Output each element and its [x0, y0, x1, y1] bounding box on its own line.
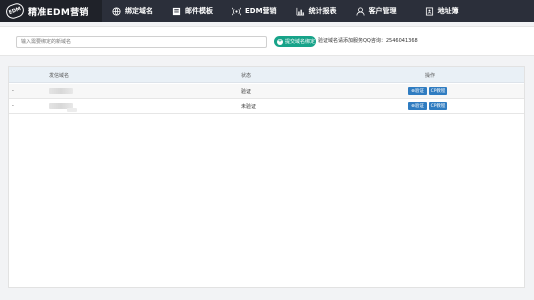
redacted-domain-fragment — [67, 108, 77, 112]
top-navbar: EDM 精准EDM营销 绑定域名 邮件模板 EDM营销 统计报表 客户管理 地址… — [0, 0, 534, 22]
verify-button[interactable]: ⊕验证 — [408, 87, 427, 95]
address-book-icon — [425, 6, 434, 16]
table-row: - 未验证 ⊕验证 CP教程 — [9, 99, 524, 114]
nav-label: 地址簿 — [437, 7, 459, 15]
nav-item-customers[interactable]: 客户管理 — [346, 0, 415, 22]
nav-item-statistics[interactable]: 统计报表 — [286, 0, 346, 22]
table-row: - 验证 ⊕验证 CP教程 — [9, 84, 524, 99]
logo[interactable]: EDM 精准EDM营销 — [0, 0, 102, 22]
column-header-domain: 发信域名 — [49, 73, 70, 79]
nav-item-mail-template[interactable]: 邮件模板 — [162, 0, 222, 22]
nav-label: 绑定域名 — [125, 7, 153, 15]
globe-icon — [112, 6, 121, 16]
plus-icon: + — [277, 38, 283, 45]
column-header-status: 状态 — [241, 73, 252, 79]
redacted-domain — [49, 88, 73, 94]
nav-label: 客户管理 — [368, 7, 397, 15]
domain-table: 发信域名 状态 操作 - 验证 ⊕验证 CP教程 - 未验证 ⊕验证 CP教程 — [8, 66, 525, 288]
verify-hint-text: 验证域名请添加服务QQ咨询：2546041368 — [318, 38, 418, 44]
template-icon — [172, 7, 181, 16]
logo-badge-icon: EDM — [4, 1, 26, 21]
table-header: 发信域名 状态 操作 — [9, 67, 524, 83]
tutorial-button[interactable]: CP教程 — [429, 87, 447, 95]
domain-input[interactable] — [16, 36, 267, 48]
nav-label: EDM营销 — [245, 7, 277, 15]
verify-button[interactable]: ⊕验证 — [408, 102, 427, 110]
column-header-actions: 操作 — [425, 73, 436, 79]
nav-item-address-book[interactable]: 地址簿 — [415, 0, 468, 22]
nav-label: 邮件模板 — [185, 7, 213, 15]
status-text: 验证 — [241, 89, 252, 95]
user-icon — [356, 6, 365, 16]
chart-icon — [296, 7, 305, 16]
tutorial-button[interactable]: CP教程 — [429, 102, 447, 110]
broadcast-icon — [232, 7, 241, 16]
domain-bind-panel: + 提交域名绑定 验证域名请添加服务QQ咨询：2546041368 — [0, 26, 534, 56]
status-text: 未验证 — [241, 104, 257, 110]
submit-bind-label: 提交域名绑定 — [285, 39, 316, 45]
logo-text: 精准EDM营销 — [28, 7, 89, 18]
nav-item-bind-domain[interactable]: 绑定域名 — [102, 0, 162, 22]
row-marker: - — [12, 103, 14, 109]
submit-bind-button[interactable]: + 提交域名绑定 — [274, 36, 316, 47]
main-nav: 绑定域名 邮件模板 EDM营销 统计报表 客户管理 地址簿 — [102, 0, 468, 22]
nav-item-edm-marketing[interactable]: EDM营销 — [222, 0, 286, 22]
nav-label: 统计报表 — [308, 7, 337, 15]
row-marker: - — [12, 88, 14, 94]
